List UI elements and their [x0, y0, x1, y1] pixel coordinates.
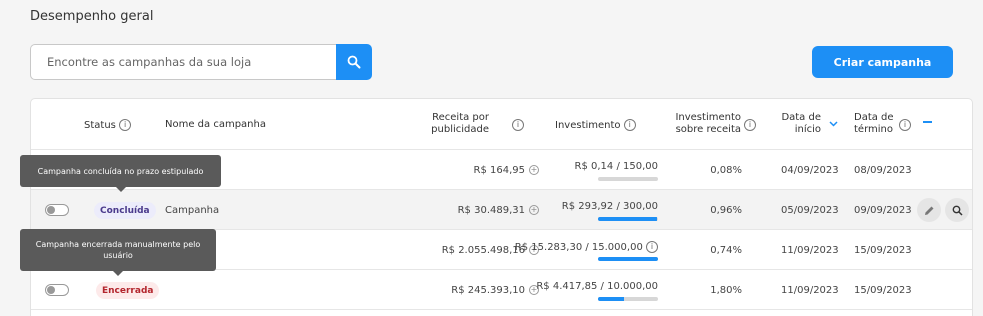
- header-start-date[interactable]: Data de início: [779, 112, 821, 136]
- investment-value: R$ 4.417,85 / 10.000,00: [536, 281, 658, 292]
- search-icon: [952, 205, 963, 216]
- header-roas: Investimento sobre receita: [675, 112, 741, 135]
- investment-cell: R$ 293,92 / 300,00: [562, 190, 658, 230]
- revenue-cell: R$ 164,95 +: [474, 150, 539, 190]
- progress-fill: [598, 257, 658, 261]
- details-button[interactable]: [945, 198, 969, 222]
- header-revenue: Receita por publicidade: [431, 112, 489, 135]
- investment-value: R$ 0,14 / 150,00: [574, 161, 658, 172]
- plus-circle-icon[interactable]: +: [529, 165, 539, 175]
- status-badge: Concluída: [94, 202, 156, 219]
- info-icon[interactable]: i: [119, 119, 132, 131]
- collapse-icon[interactable]: [923, 121, 932, 123]
- investment-cell: R$ 15.283,30 / 15.000,00 i: [515, 230, 658, 270]
- progress-fill: [598, 217, 657, 221]
- start-date-cell: 04/09/2023: [781, 164, 839, 176]
- start-date-cell: 11/09/2023: [781, 284, 839, 296]
- progress-bar: [598, 257, 658, 261]
- end-date-cell: 08/09/2023: [854, 164, 912, 176]
- header-revenue-info[interactable]: i: [512, 119, 524, 132]
- campaign-search: Encontre as campanhas da sua loja: [30, 44, 372, 80]
- roas-cell: 0,96%: [710, 204, 742, 216]
- header-status-label: Status: [84, 120, 116, 131]
- edit-button[interactable]: [917, 198, 941, 222]
- end-date-cell: 09/09/2023: [854, 204, 912, 216]
- progress-bar: [598, 177, 658, 181]
- end-date-cell: 15/09/2023: [854, 244, 912, 256]
- campaign-name-cell[interactable]: Campanha: [165, 190, 219, 230]
- roas-cell: 1,80%: [710, 284, 742, 296]
- end-date-cell: 15/09/2023: [854, 284, 912, 296]
- table-row: [31, 309, 972, 316]
- header-investment[interactable]: Investimento i: [555, 119, 636, 132]
- header-name: Nome da campanha: [165, 119, 266, 130]
- plus-circle-icon[interactable]: +: [529, 205, 539, 215]
- start-date-cell: 11/09/2023: [781, 244, 839, 256]
- revenue-value: R$ 30.489,31: [457, 204, 525, 216]
- create-campaign-button[interactable]: Criar campanha: [812, 46, 953, 78]
- table-row: Concluída Campanha R$ 30.489,31 + R$ 293,…: [31, 189, 972, 229]
- table-row: Encerrada R$ 245.393,10 + R$ 4.417,85 / 1…: [31, 269, 972, 309]
- status-toggle[interactable]: [45, 204, 69, 216]
- tooltip-concluded: Campanha concluída no prazo estipulado: [20, 155, 221, 192]
- campaigns-page: Desempenho geral Encontre as campanhas d…: [0, 0, 983, 316]
- investment-text: R$ 15.283,30 / 15.000,00: [514, 242, 643, 253]
- header-investment-label: Investimento: [555, 120, 621, 131]
- info-icon: i: [744, 119, 756, 131]
- revenue-value: R$ 164,95: [473, 164, 525, 176]
- roas-cell: 0,74%: [710, 244, 742, 256]
- progress-fill: [598, 297, 625, 301]
- status-badge: Encerrada: [96, 282, 160, 299]
- investment-value: R$ 293,92 / 300,00: [561, 201, 658, 212]
- pencil-icon: [924, 206, 933, 215]
- revenue-value: R$ 2.055.498,16: [441, 244, 525, 256]
- revenue-cell: R$ 30.489,31 +: [458, 190, 539, 230]
- investment-cell: R$ 4.417,85 / 10.000,00: [536, 270, 658, 310]
- info-icon: i: [899, 119, 911, 131]
- header-end-date: Data de término: [854, 112, 894, 135]
- search-button[interactable]: [336, 44, 372, 80]
- progress-bar: [598, 297, 658, 301]
- header-status[interactable]: Status i: [84, 119, 132, 132]
- info-icon[interactable]: i: [646, 241, 658, 253]
- section-title: Desempenho geral: [30, 9, 154, 24]
- header-end-info[interactable]: i: [899, 119, 911, 132]
- investment-cell: R$ 0,14 / 150,00: [575, 150, 658, 190]
- start-date-cell: 05/09/2023: [781, 204, 839, 216]
- campaign-name: Campanha: [165, 204, 220, 216]
- progress-bar: [598, 217, 658, 221]
- search-input[interactable]: Encontre as campanhas da sua loja: [30, 44, 336, 80]
- sort-button[interactable]: [829, 119, 838, 131]
- investment-value: R$ 15.283,30 / 15.000,00 i: [515, 241, 658, 253]
- roas-cell: 0,08%: [710, 164, 742, 176]
- revenue-cell: R$ 245.393,10 +: [451, 270, 539, 310]
- header-roas-info[interactable]: i: [744, 119, 756, 132]
- status-toggle[interactable]: [45, 284, 69, 296]
- tooltip-ended: Campanha encerrada manualmente pelo usuá…: [20, 229, 216, 276]
- revenue-value: R$ 245.393,10: [451, 284, 525, 296]
- info-icon: i: [512, 119, 524, 131]
- chevron-down-icon: [829, 121, 838, 127]
- campaigns-table: Status i Nome da campanha Receita por pu…: [30, 98, 973, 316]
- search-icon: [347, 55, 361, 69]
- info-icon: i: [623, 119, 636, 131]
